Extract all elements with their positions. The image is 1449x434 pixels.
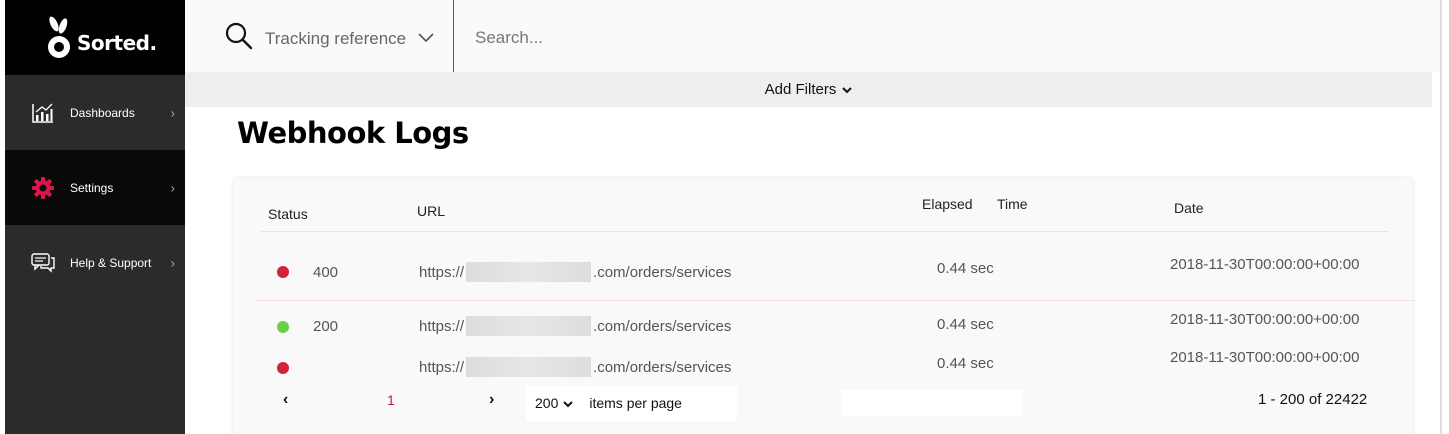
search-type-label: Tracking reference bbox=[265, 28, 407, 48]
sidebar-item-settings[interactable]: Settings › bbox=[5, 150, 185, 225]
row-date: 2018-11-30T00:00:00+00:00 bbox=[1170, 256, 1360, 273]
url-suffix: .com/orders/services bbox=[593, 317, 732, 335]
chevron-down-icon bbox=[842, 81, 853, 98]
page-size-control: 200 items per page bbox=[526, 385, 737, 421]
chevron-down-icon bbox=[563, 395, 574, 411]
row-url[interactable]: https:// .com/orders/services bbox=[419, 262, 731, 282]
chevron-down-icon bbox=[418, 30, 434, 48]
row-date: 2018-11-30T00:00:00+00:00 bbox=[1170, 349, 1360, 366]
row-elapsed: 0.44 sec bbox=[937, 260, 994, 277]
divider bbox=[1440, 0, 1442, 434]
chevron-right-icon: › bbox=[170, 105, 175, 120]
url-prefix: https:// bbox=[419, 358, 465, 376]
redacted-block bbox=[466, 357, 592, 377]
status-code: 400 bbox=[313, 264, 339, 281]
gear-icon bbox=[31, 176, 55, 200]
pagination-range: 1 - 200 of 22422 bbox=[1258, 391, 1368, 408]
search-icon bbox=[225, 22, 253, 55]
chevron-right-icon: › bbox=[170, 180, 175, 195]
url-prefix: https:// bbox=[419, 317, 465, 335]
column-header-elapsed[interactable]: Elapsed bbox=[922, 196, 973, 212]
sidebar-item-help-support[interactable]: Help & Support › bbox=[5, 225, 185, 300]
status-dot bbox=[277, 321, 289, 333]
column-header-time[interactable]: Time bbox=[997, 196, 1028, 212]
next-page-button[interactable]: › bbox=[489, 391, 494, 409]
sidebar-item-label: Dashboards bbox=[70, 105, 135, 120]
search-type-dropdown[interactable]: Tracking reference bbox=[225, 22, 434, 55]
page-size-select[interactable]: 200 bbox=[535, 395, 574, 411]
sidebar-item-label: Settings bbox=[70, 180, 114, 195]
column-header-date[interactable]: Date bbox=[1174, 200, 1204, 216]
column-header-url[interactable]: URL bbox=[417, 203, 445, 219]
search-bar: Tracking reference bbox=[185, 0, 1440, 72]
chevron-right-icon: › bbox=[170, 255, 175, 270]
page-size-value: 200 bbox=[535, 395, 559, 411]
divider bbox=[453, 0, 454, 72]
table-row[interactable]: 400 https:// .com/orders/services 0.44 s… bbox=[233, 252, 1413, 292]
column-header-status[interactable]: Status bbox=[268, 206, 308, 222]
logo[interactable]: Sorted. bbox=[5, 0, 185, 75]
chart-icon bbox=[31, 101, 55, 125]
status-code: 200 bbox=[313, 318, 339, 335]
redacted-block bbox=[466, 316, 592, 336]
page-title: Webhook Logs bbox=[237, 116, 469, 150]
sorted-logo-icon bbox=[45, 15, 73, 61]
sidebar-item-label: Help & Support bbox=[70, 255, 152, 270]
divider bbox=[261, 231, 1388, 232]
redacted-block bbox=[466, 262, 592, 282]
status-dot bbox=[277, 266, 289, 278]
sidebar: Sorted. Dashboards › Settings › Help & S… bbox=[5, 0, 185, 434]
pagination: ‹ 1 › 200 items per page 1 - 200 of 2242… bbox=[233, 383, 1413, 421]
brand-name: Sorted. bbox=[77, 30, 157, 55]
row-elapsed: 0.44 sec bbox=[937, 316, 994, 333]
url-suffix: .com/orders/services bbox=[593, 358, 732, 376]
blank-panel bbox=[841, 390, 1023, 416]
add-filters-label: Add Filters bbox=[764, 81, 837, 98]
divider bbox=[255, 300, 1415, 301]
search-input[interactable] bbox=[475, 20, 1375, 56]
items-per-page-label: items per page bbox=[589, 395, 682, 411]
add-filters-button[interactable]: Add Filters bbox=[185, 72, 1432, 107]
app-root: Sorted. Dashboards › Settings › Help & S… bbox=[0, 0, 1449, 434]
row-date: 2018-11-30T00:00:00+00:00 bbox=[1170, 311, 1360, 328]
previous-page-button[interactable]: ‹ bbox=[283, 391, 288, 409]
url-prefix: https:// bbox=[419, 263, 465, 281]
webhook-logs-table: Status URL Elapsed Time Date 400 https:/… bbox=[233, 178, 1415, 434]
status-dot bbox=[277, 362, 289, 374]
row-url[interactable]: https:// .com/orders/services bbox=[419, 316, 731, 336]
url-suffix: .com/orders/services bbox=[593, 263, 732, 281]
table-row[interactable]: 200 https:// .com/orders/services 0.44 s… bbox=[233, 308, 1413, 348]
chat-icon bbox=[31, 251, 55, 275]
row-elapsed: 0.44 sec bbox=[937, 355, 994, 372]
sidebar-item-dashboards[interactable]: Dashboards › bbox=[5, 75, 185, 150]
row-url[interactable]: https:// .com/orders/services bbox=[419, 357, 731, 377]
page-number-button[interactable]: 1 bbox=[387, 392, 395, 408]
